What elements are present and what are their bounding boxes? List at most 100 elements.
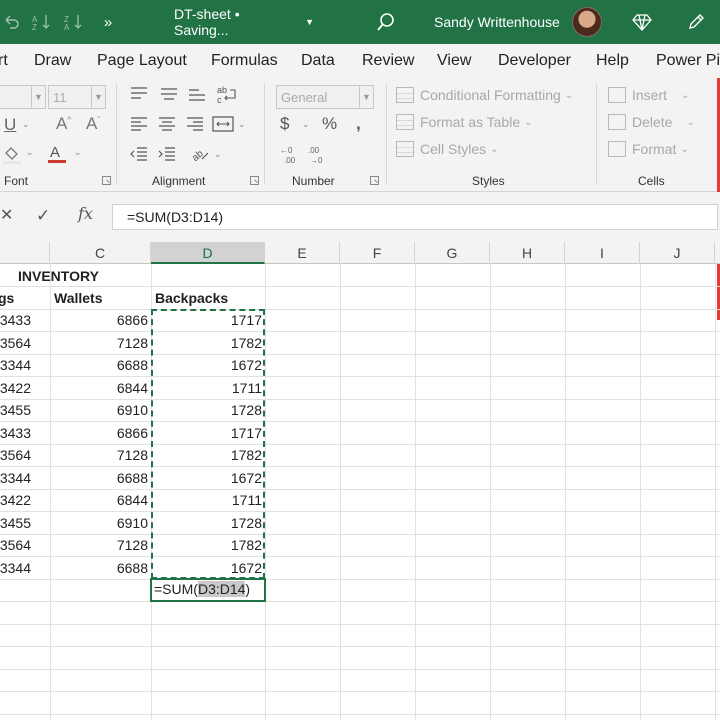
align-right-icon[interactable] [186,116,204,135]
align-left-icon[interactable] [130,116,148,135]
cell-c[interactable]: 6688 [50,557,151,579]
underline-icon[interactable]: U [4,116,16,133]
column-header-g[interactable]: G [415,242,490,264]
cell-c[interactable]: 6866 [50,309,151,331]
column-header-e[interactable]: E [265,242,340,264]
format-as-table-button[interactable]: Format as Table ⌄ [396,112,533,132]
cell-c[interactable]: 6910 [50,512,151,534]
sort-descending-icon[interactable]: ZA [62,0,88,44]
cell-b[interactable]: 3422 [0,489,34,511]
enter-check-icon[interactable]: ✓ [36,207,50,224]
cell-c[interactable]: 6844 [50,377,151,399]
tab-formulas[interactable]: Formulas [211,44,278,78]
cell-c[interactable]: 7128 [50,444,151,466]
cell-c[interactable]: 6688 [50,354,151,376]
number-format-dropdown[interactable]: General ▼ [276,85,374,109]
align-center-icon[interactable] [158,116,176,135]
cell-c[interactable]: 7128 [50,534,151,556]
font-size-dropdown[interactable]: 11 ▼ [48,85,106,109]
number-dialog-launcher-icon[interactable] [370,176,379,185]
cell-b[interactable]: 3422 [0,377,34,399]
increase-indent-icon[interactable] [158,146,176,165]
insert-function-icon[interactable]: fx [78,206,93,222]
cell-c[interactable]: 6688 [50,467,151,489]
undo-icon[interactable] [2,0,22,44]
tab-power-pivot[interactable]: Power Pivot [656,44,720,78]
tab-page-layout[interactable]: Page Layout [97,44,187,78]
column-header-i[interactable]: I [565,242,640,264]
font-dialog-launcher-icon[interactable] [102,176,111,185]
cell-b[interactable]: 3455 [0,512,34,534]
chevron-down-icon[interactable]: ⌄ [74,148,82,157]
column-header-d[interactable]: D [151,242,265,264]
user-avatar[interactable] [570,0,604,44]
insert-cells-button[interactable]: Insert ⌄ [608,85,689,105]
delete-cells-button[interactable]: Delete ⌄ [608,112,695,132]
decrease-decimal-icon[interactable]: .00 →0 [306,144,330,169]
wrap-text-icon[interactable]: ab c [216,84,238,107]
cell-b[interactable]: 3564 [0,444,34,466]
header-wallets[interactable]: Wallets [54,287,103,309]
cell-b[interactable]: 3433 [0,309,34,331]
format-cells-button[interactable]: Format ⌄ [608,139,689,159]
column-header-f[interactable]: F [340,242,415,264]
tab-help[interactable]: Help [596,44,629,78]
align-bottom-icon[interactable] [188,86,206,105]
alignment-dialog-launcher-icon[interactable] [250,176,259,185]
chevron-down-icon[interactable]: ⌄ [22,120,30,129]
fill-color-icon[interactable] [2,144,22,167]
percent-icon[interactable]: % [322,115,337,132]
document-title[interactable]: DT-sheet • Saving... ▼ [174,0,314,44]
active-cell[interactable]: =SUM(D3:D14) [150,578,266,602]
orientation-icon[interactable]: ab [190,144,210,165]
tab-developer[interactable]: Developer [498,44,571,78]
conditional-formatting-button[interactable]: Conditional Formatting ⌄ [396,85,573,105]
cell-c[interactable]: 6910 [50,399,151,421]
merge-center-icon[interactable] [212,115,234,136]
diamond-icon[interactable] [630,0,654,44]
font-color-icon[interactable]: A [46,142,68,167]
cell-b[interactable]: 3344 [0,557,34,579]
column-header-c[interactable]: C [50,242,151,264]
more-commands-button[interactable]: » [98,0,118,44]
cell-b[interactable]: 3564 [0,332,34,354]
cell-b[interactable]: 3455 [0,399,34,421]
align-middle-icon[interactable] [160,86,178,105]
user-name[interactable]: Sandy Writtenhouse [434,0,564,44]
column-header-h[interactable]: H [490,242,565,264]
tab-data[interactable]: Data [301,44,335,78]
column-header-b[interactable] [0,242,50,264]
cell-c[interactable]: 6844 [50,489,151,511]
worksheet-grid[interactable]: C D E F G H I J INVENTORY gs Wallets Bac… [0,242,720,720]
tab-draw[interactable]: Draw [34,44,71,78]
decrease-indent-icon[interactable] [130,146,148,165]
tab-view[interactable]: View [437,44,471,78]
pen-icon[interactable] [684,0,708,44]
header-b[interactable]: gs [0,287,14,309]
increase-font-icon[interactable]: A^ [56,115,71,132]
cell-b[interactable]: 3344 [0,354,34,376]
cancel-icon[interactable]: ✕ [0,208,13,224]
formula-input[interactable]: =SUM(D3:D14) [112,204,718,230]
comma-style-icon[interactable]: , [356,115,361,132]
tab-review[interactable]: Review [362,44,414,78]
cell-b[interactable]: 3564 [0,534,34,556]
cell-c[interactable]: 7128 [50,332,151,354]
increase-decimal-icon[interactable]: ←0.00 [278,144,302,169]
column-header-j[interactable]: J [640,242,715,264]
font-name-dropdown[interactable]: ▼ [0,85,46,109]
tab-insert[interactable]: rt [0,44,8,78]
cell-c[interactable]: 6866 [50,422,151,444]
decrease-font-icon[interactable]: Aˇ [86,115,100,132]
sheet-title[interactable]: INVENTORY [18,265,99,287]
cell-b[interactable]: 3344 [0,467,34,489]
chevron-down-icon[interactable]: ⌄ [302,120,310,129]
cell-b[interactable]: 3433 [0,422,34,444]
sort-ascending-icon[interactable]: AZ [30,0,56,44]
chevron-down-icon[interactable]: ⌄ [238,120,246,129]
currency-icon[interactable]: $ [280,115,289,132]
chevron-down-icon[interactable]: ⌄ [214,150,222,159]
align-top-icon[interactable] [130,86,148,105]
cell-styles-button[interactable]: Cell Styles ⌄ [396,139,499,159]
chevron-down-icon[interactable]: ⌄ [26,148,34,157]
